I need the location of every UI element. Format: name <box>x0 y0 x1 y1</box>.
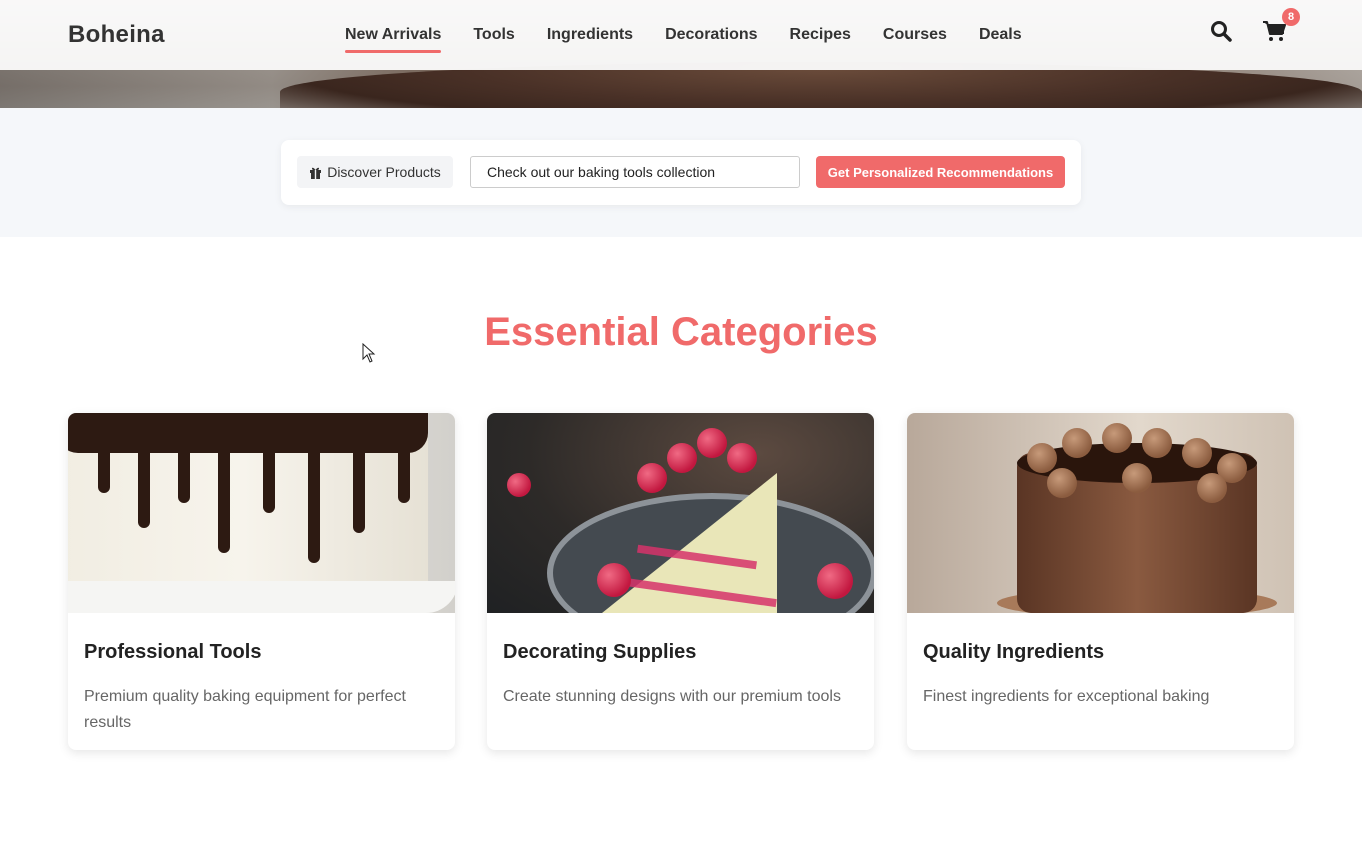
nav-item-courses[interactable]: Courses <box>883 22 947 48</box>
nav-item-decorations[interactable]: Decorations <box>665 22 757 48</box>
category-card-decorating-supplies[interactable]: Decorating Supplies Create stunning desi… <box>487 413 874 750</box>
brand-logo[interactable]: Boheina <box>68 21 165 49</box>
header-actions: 8 <box>1210 8 1314 48</box>
nav-item-deals[interactable]: Deals <box>979 22 1022 48</box>
nav-item-tools[interactable]: Tools <box>473 22 514 48</box>
cart-button[interactable]: 8 <box>1262 8 1300 48</box>
category-title: Professional Tools <box>84 641 262 663</box>
nav-item-new-arrivals[interactable]: New Arrivals <box>345 22 442 53</box>
discover-card: Discover Products Get Personalized Recom… <box>281 140 1081 205</box>
category-title: Decorating Supplies <box>503 641 697 663</box>
category-card-quality-ingredients[interactable]: Quality Ingredients Finest ingredients f… <box>907 413 1294 750</box>
discover-band: Discover Products Get Personalized Recom… <box>0 108 1362 237</box>
search-button[interactable] <box>1210 20 1236 48</box>
category-image-ingredients <box>907 413 1294 613</box>
category-description: Premium quality baking equipment for per… <box>84 688 406 731</box>
category-card-professional-tools[interactable]: Professional Tools Premium quality bakin… <box>68 413 455 750</box>
category-image-decorating <box>487 413 874 613</box>
mouse-pointer-icon <box>362 343 376 363</box>
search-icon <box>1211 21 1232 42</box>
search-input[interactable] <box>470 156 800 188</box>
section-title: Essential Categories <box>484 310 878 354</box>
main-nav: New Arrivals Tools Ingredients Decoratio… <box>345 0 1054 70</box>
nav-item-recipes[interactable]: Recipes <box>790 22 851 48</box>
category-description: Create stunning designs with our premium… <box>503 688 841 705</box>
site-header: Boheina New Arrivals Tools Ingredients D… <box>0 0 1362 70</box>
discover-products-label: Discover Products <box>327 164 441 180</box>
gift-icon <box>310 167 322 179</box>
category-description: Finest ingredients for exceptional bakin… <box>923 688 1210 705</box>
nav-item-ingredients[interactable]: Ingredients <box>547 22 633 48</box>
discover-products-button[interactable]: Discover Products <box>297 156 453 188</box>
cart-count-badge: 8 <box>1282 8 1300 26</box>
category-title: Quality Ingredients <box>923 641 1105 663</box>
personalized-recommendations-button[interactable]: Get Personalized Recommendations <box>816 156 1065 188</box>
category-image-tools <box>68 413 455 613</box>
cart-icon <box>1263 21 1286 41</box>
